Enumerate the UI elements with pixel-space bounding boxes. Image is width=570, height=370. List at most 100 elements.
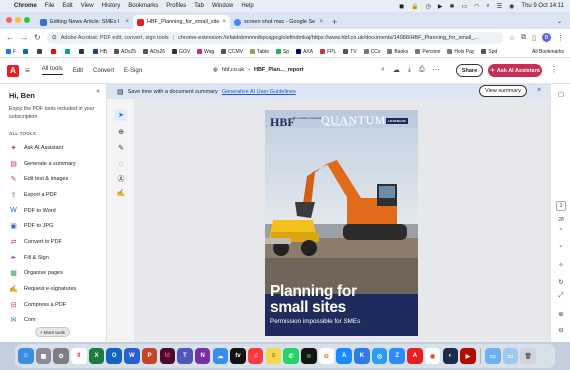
omnibox-url[interactable]: chrome-extension://efaidnbmnnnibpcajpcgl… <box>178 35 479 41</box>
bookmark-item[interactable]: FPL <box>320 49 336 55</box>
spotify-icon[interactable]: ≋ <box>301 348 317 364</box>
chrome-menu-icon[interactable]: ⋮ <box>557 34 564 42</box>
trash-icon[interactable]: 🗑 <box>520 348 536 364</box>
print-icon[interactable]: ⎙ <box>419 66 425 74</box>
tool-item[interactable]: ▤ Generate a summary <box>9 156 97 172</box>
bookmark-item[interactable] <box>51 49 58 54</box>
tool-item[interactable]: W PDF to Word <box>9 203 97 219</box>
tab-google-search[interactable]: screen shot mac - Google Se × <box>230 15 327 29</box>
calendar-icon[interactable]: 9 <box>71 348 87 364</box>
finder-icon[interactable]: ☺ <box>18 348 34 364</box>
signature-icon[interactable]: ✍ <box>115 187 127 199</box>
menu-esign[interactable]: E-Sign <box>124 68 142 74</box>
menu-edit[interactable]: Edit <box>62 3 72 9</box>
wifi-icon[interactable]: ◠ <box>474 3 479 10</box>
download-icon[interactable]: ⤓ <box>408 66 411 74</box>
menu-tab[interactable]: Tab <box>194 3 204 9</box>
bookmark-item[interactable]: Table <box>250 49 269 55</box>
bookmark-item[interactable]: GOV <box>172 49 190 55</box>
more-tools-button[interactable]: + More tools <box>35 327 70 337</box>
safari-icon[interactable]: ◎ <box>371 348 388 364</box>
ai-assistant-button[interactable]: ✦ Ask AI Assistant <box>488 64 542 77</box>
menu-help[interactable]: Help <box>241 3 253 9</box>
save-cloud-icon[interactable]: ☁ <box>393 66 400 74</box>
onenote-icon[interactable]: N <box>194 348 211 364</box>
app-store-icon[interactable]: A <box>336 348 352 364</box>
adobe-reader-icon[interactable]: ▶ <box>460 348 476 364</box>
tab-hbf-planning[interactable]: HBF_Planning_for_small_site × <box>133 15 230 29</box>
menu-window[interactable]: Window <box>212 3 233 9</box>
new-tab-button[interactable]: + <box>332 17 337 27</box>
bookmark-item[interactable]: Spd <box>481 49 497 55</box>
zoom-out-icon[interactable]: ⊖ <box>551 326 570 334</box>
lasso-icon[interactable]: ◌ <box>115 158 127 170</box>
bluetooth-icon[interactable]: ✱ <box>449 3 454 10</box>
apps-grid-icon[interactable]: ⋮ <box>550 65 558 74</box>
menu-view[interactable]: View <box>81 3 94 9</box>
zoom-window-button[interactable] <box>24 17 30 23</box>
bookmark-item[interactable]: TV <box>343 49 357 55</box>
chrome-icon[interactable]: ◉ <box>424 348 441 364</box>
battery-icon[interactable]: ▭ <box>461 3 467 10</box>
clock-status-icon[interactable]: ◷ <box>426 3 431 10</box>
all-bookmarks-link[interactable]: All Bookmarks <box>532 49 564 55</box>
document-canvas[interactable]: HBF Home Builders Federation QUANTUM DEV… <box>134 99 550 342</box>
menu-bookmarks[interactable]: Bookmarks <box>128 3 158 9</box>
bookmark-item[interactable]: CCs <box>363 49 380 55</box>
star-icon[interactable]: ☆ <box>509 34 515 42</box>
pen-icon[interactable]: ✎ <box>115 142 127 154</box>
tool-item[interactable]: ✍ Request e-signatures <box>9 281 97 297</box>
icloud-icon[interactable]: ☁ <box>212 348 229 364</box>
teams-icon[interactable]: T <box>177 348 193 364</box>
powerpoint-icon[interactable]: P <box>141 348 158 364</box>
capture-icon[interactable]: ◐ <box>442 348 458 364</box>
keynote-icon[interactable]: K <box>354 348 370 364</box>
fit-page-icon[interactable]: ⤢ <box>551 292 570 300</box>
tool-item[interactable]: ▦ Organise pages <box>9 266 97 282</box>
zoom-icon[interactable]: Z <box>389 348 405 364</box>
close-panel-icon[interactable]: « <box>96 88 100 95</box>
tool-item[interactable]: ✎ Edit text & images <box>9 171 97 187</box>
share-button[interactable]: Share <box>456 64 483 77</box>
rotate-icon[interactable]: ↻ <box>551 278 570 286</box>
search-icon[interactable]: ⌕ <box>486 3 489 10</box>
outlook-icon[interactable]: O <box>106 348 122 364</box>
status-app-icon[interactable]: ◼ <box>399 3 404 10</box>
tool-item[interactable]: ⇄ Convert to PDF <box>9 234 97 250</box>
tab-editing-news[interactable]: Editing News Article: SMEs I × <box>36 15 133 29</box>
select-cursor-icon[interactable]: ➤ <box>115 109 127 121</box>
zoom-in-icon[interactable]: ⊕ <box>551 310 570 318</box>
tool-item[interactable]: ✦ Ask AI Assistant <box>9 140 97 156</box>
menu-convert[interactable]: Convert <box>93 68 114 74</box>
bookmark-item[interactable]: Pension <box>415 49 440 55</box>
notes-icon[interactable]: ≡ <box>265 348 282 364</box>
bookmark-item[interactable]: Wag <box>197 49 214 55</box>
bookmark-item[interactable]: CCMV <box>221 49 243 55</box>
search-icon[interactable]: ⌕ <box>381 66 385 74</box>
reload-icon[interactable]: ↻ <box>34 33 41 42</box>
pdf-page[interactable]: HBF Home Builders Federation QUANTUM DEV… <box>265 110 418 336</box>
tool-item[interactable]: ✉ Com <box>9 313 97 329</box>
hamburger-menu-icon[interactable]: ≡ <box>25 66 30 75</box>
view-summary-button[interactable]: View summary <box>479 85 527 97</box>
menu-edit-pdf[interactable]: Edit <box>73 68 83 74</box>
bookmark-item[interactable]: AXA <box>296 49 313 55</box>
bookmark-item[interactable]: Hols Pay <box>447 49 474 55</box>
acrobat-logo[interactable]: A <box>7 64 19 77</box>
minimize-window-button[interactable] <box>15 17 21 23</box>
forward-arrow-icon[interactable]: → <box>20 33 28 42</box>
media-icon[interactable]: ▶ <box>438 3 443 10</box>
control-center-icon[interactable]: ☰ <box>497 3 502 10</box>
menubar-clock[interactable]: Thu 9 Oct 14:11 <box>521 3 564 9</box>
tab-close-icon[interactable]: × <box>222 19 226 25</box>
folder-icon[interactable]: ▭ <box>485 348 501 364</box>
close-banner-icon[interactable]: × <box>537 87 541 94</box>
photos-icon[interactable]: ✿ <box>318 348 335 364</box>
menu-history[interactable]: History <box>102 3 121 9</box>
back-arrow-icon[interactable]: ← <box>6 33 14 42</box>
tab-close-icon[interactable]: × <box>319 19 323 25</box>
tool-item[interactable]: ✒ Fill & Sign <box>9 250 97 266</box>
extensions-icon[interactable]: ⧉ <box>521 34 526 42</box>
guidelines-link[interactable]: Generative AI User Guidelines <box>222 89 296 95</box>
downloads-icon[interactable]: ▭ <box>502 348 519 364</box>
